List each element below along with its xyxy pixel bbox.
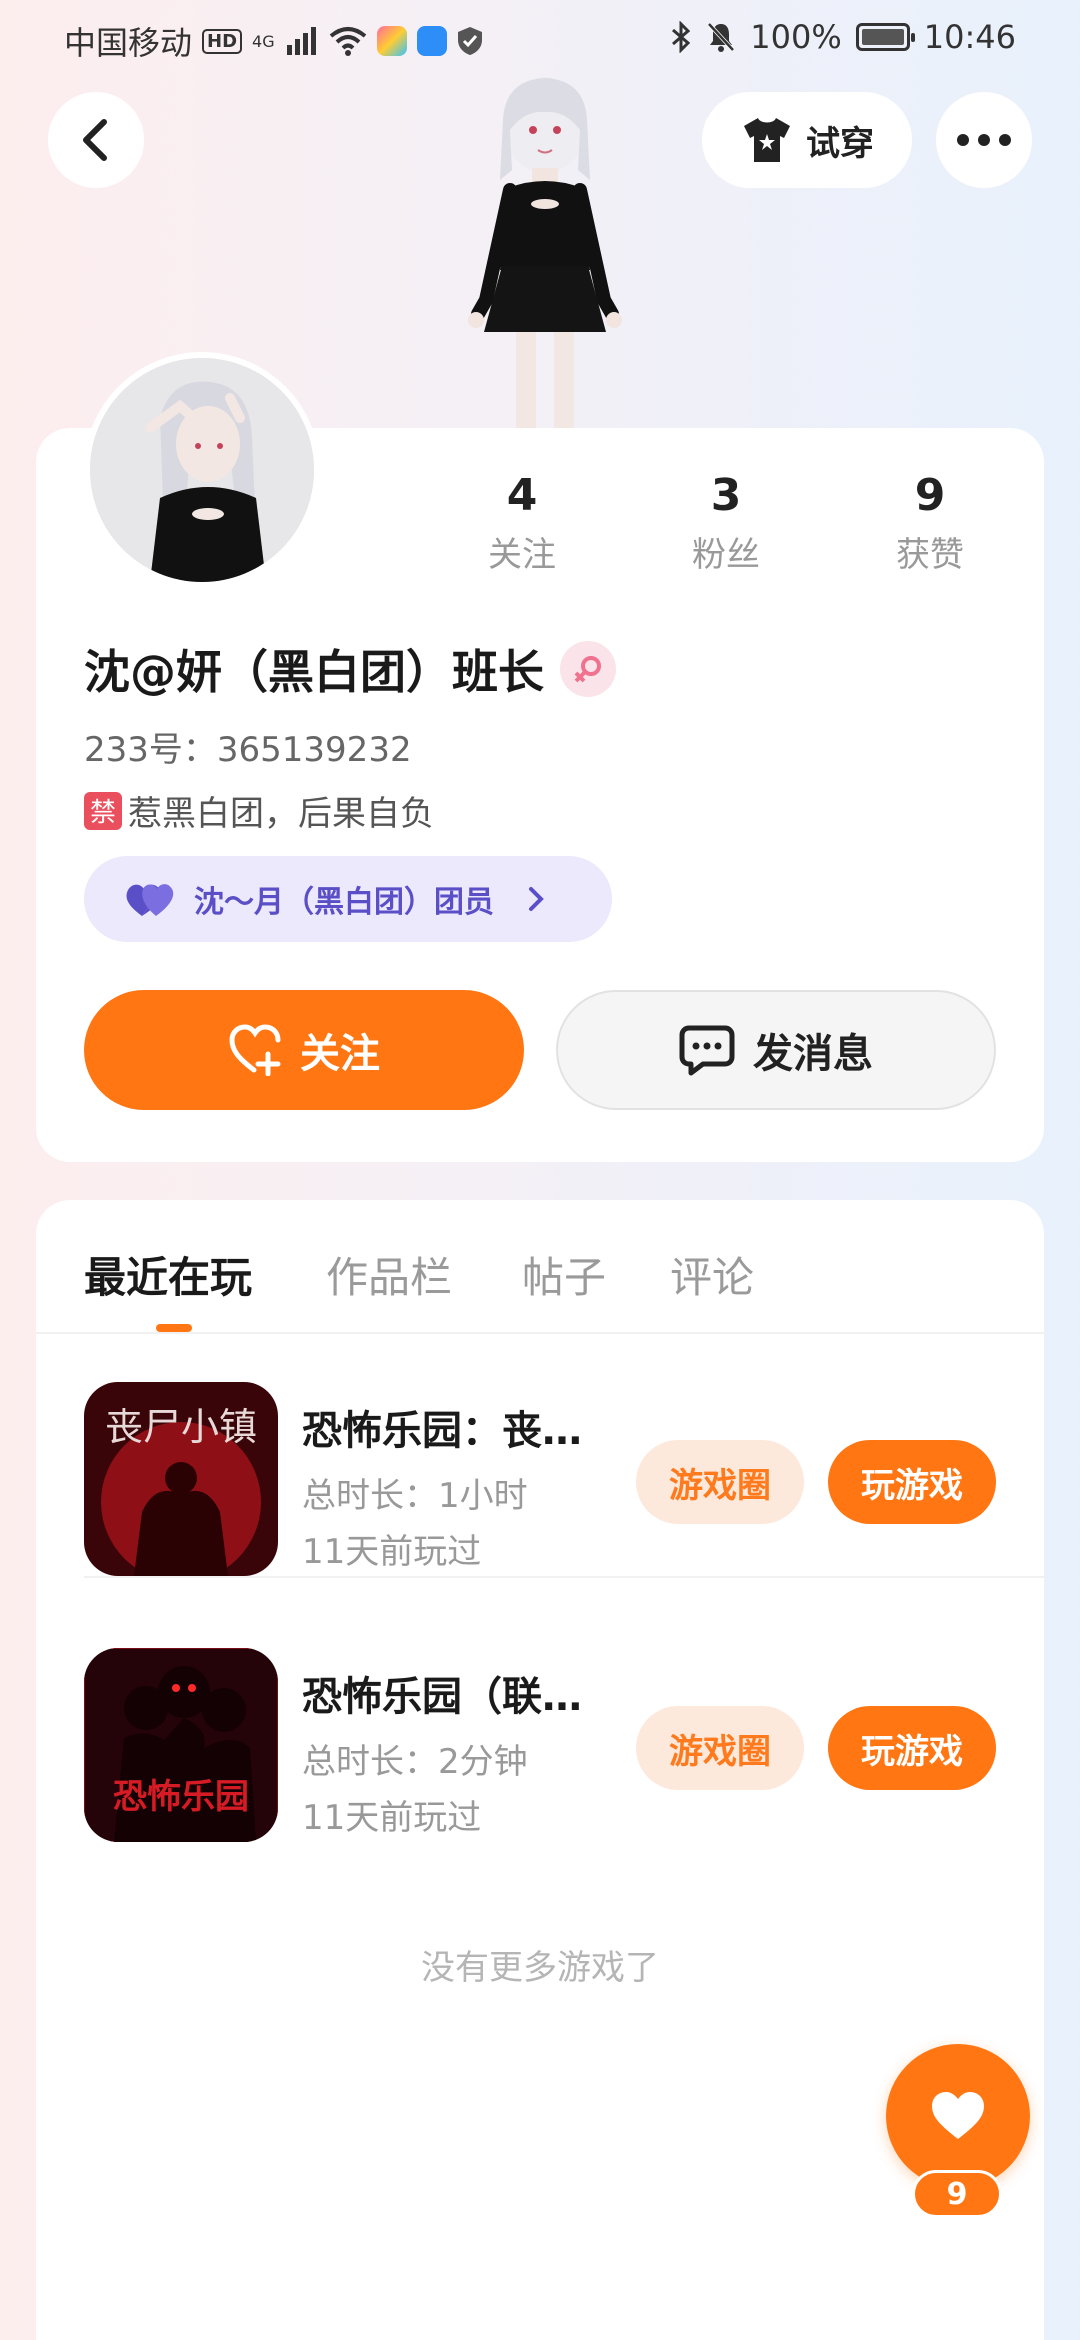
stat-likes-label: 获赞 — [896, 535, 964, 575]
stat-likes[interactable]: 9 获赞 — [850, 470, 1010, 576]
bio: 禁 惹黑白团，后果自负 — [84, 786, 434, 835]
avatar-image — [90, 358, 314, 582]
user-id: 233号：365139232 — [84, 730, 412, 770]
battery-icon — [855, 23, 915, 51]
list-item[interactable]: 恐怖乐园 恐怖乐园（联… 总时长：2分钟 11天前玩过 游戏圈 玩游戏 — [84, 1614, 1044, 1844]
stat-following-count: 4 — [506, 470, 538, 521]
status-bar: 中国移动 HD 4G 100% 10:46 — [0, 0, 1080, 80]
play-game-button[interactable]: 玩游戏 — [828, 1706, 996, 1790]
wifi-icon — [329, 27, 366, 56]
game-duration: 总时长：2分钟 — [302, 1742, 528, 1782]
list-item[interactable]: 丧尸小镇 恐怖乐园：丧… 总时长：1小时 11天前玩过 游戏圈 玩游戏 — [84, 1348, 1044, 1578]
follow-button[interactable]: 关注 — [84, 990, 524, 1110]
game-title: 恐怖乐园（联… — [302, 1674, 582, 1720]
tab-recent-play[interactable]: 最近在玩 — [84, 1244, 252, 1305]
clock: 10:46 — [923, 18, 1016, 56]
stat-fans-label: 粉丝 — [692, 535, 760, 575]
battery-percent: 100% — [750, 18, 842, 56]
carrier-name: 中国移动 — [64, 24, 193, 62]
tab-bar: 最近在玩 作品栏 帖子 评论 — [36, 1200, 1044, 1334]
stat-following[interactable]: 4 关注 — [442, 470, 602, 576]
more-dots-icon — [957, 134, 1011, 146]
group-tag-label: 沈～月（黑白团）团员 — [194, 885, 494, 920]
game-last-played: 11天前玩过 — [302, 1798, 482, 1838]
game-last-played: 11天前玩过 — [302, 1532, 482, 1572]
username: 沈@妍（黑白团）班长 — [84, 645, 544, 699]
tshirt-icon — [744, 118, 790, 162]
tab-active-indicator — [156, 1324, 192, 1332]
cloud-app-icon — [416, 26, 447, 56]
game-circle-button[interactable]: 游戏圈 — [636, 1440, 804, 1524]
ban-badge: 禁 — [84, 791, 122, 830]
app-notification-icon — [376, 26, 407, 56]
more-button[interactable] — [936, 92, 1032, 188]
game-icon: 丧尸小镇 — [84, 1382, 278, 1576]
avatar[interactable] — [84, 352, 320, 588]
avatar-character-figure[interactable] — [430, 70, 660, 430]
back-button[interactable] — [48, 92, 144, 188]
stat-following-label: 关注 — [488, 535, 556, 575]
network-type: 4G — [252, 31, 275, 51]
heart-plus-icon — [229, 1024, 281, 1076]
message-button[interactable]: 发消息 — [556, 990, 996, 1110]
username-row: 沈@妍（黑白团）班长 — [84, 636, 616, 702]
game-duration: 总时长：1小时 — [302, 1476, 528, 1516]
content-card: 最近在玩 作品栏 帖子 评论 丧尸小镇 恐怖乐园：丧… 总时长：1小时 11天前… — [36, 1200, 1044, 2340]
game-icon-text: 恐怖乐园 — [113, 1777, 249, 1817]
signal-icon — [286, 27, 316, 55]
tab-works[interactable]: 作品栏 — [326, 1244, 452, 1305]
game-icon: 恐怖乐园 — [84, 1648, 278, 1842]
bio-text: 惹黑白团，后果自负 — [128, 794, 434, 834]
follow-label: 关注 — [300, 1031, 380, 1077]
chevron-right-icon — [529, 887, 544, 911]
female-gender-icon — [560, 641, 616, 697]
double-heart-icon — [126, 884, 174, 916]
game-title: 恐怖乐园：丧… — [302, 1408, 582, 1454]
game-circle-button[interactable]: 游戏圈 — [636, 1706, 804, 1790]
chevron-left-icon — [83, 119, 107, 161]
chat-bubble-icon — [679, 1025, 735, 1076]
bluetooth-icon — [672, 21, 691, 53]
try-on-button[interactable]: 试穿 — [702, 92, 912, 188]
game-icon-text: 丧尸小镇 — [105, 1405, 257, 1449]
mute-bell-icon — [707, 22, 735, 52]
stat-fans[interactable]: 3 粉丝 — [646, 470, 806, 576]
heart-icon — [932, 2092, 984, 2139]
hd-icon: HD — [202, 28, 243, 54]
try-on-label: 试穿 — [806, 123, 874, 164]
stat-likes-count: 9 — [914, 470, 946, 521]
like-button[interactable] — [886, 2044, 1030, 2188]
play-game-button[interactable]: 玩游戏 — [828, 1440, 996, 1524]
tab-comments[interactable]: 评论 — [670, 1244, 754, 1305]
no-more-games-text: 没有更多游戏了 — [421, 1948, 659, 1988]
tab-posts[interactable]: 帖子 — [522, 1244, 606, 1305]
like-count-badge: 9 — [912, 2170, 1002, 2218]
message-label: 发消息 — [753, 1031, 873, 1077]
shield-icon — [457, 27, 482, 55]
stat-fans-count: 3 — [710, 470, 742, 521]
group-tag[interactable]: 沈～月（黑白团）团员 — [84, 856, 612, 942]
